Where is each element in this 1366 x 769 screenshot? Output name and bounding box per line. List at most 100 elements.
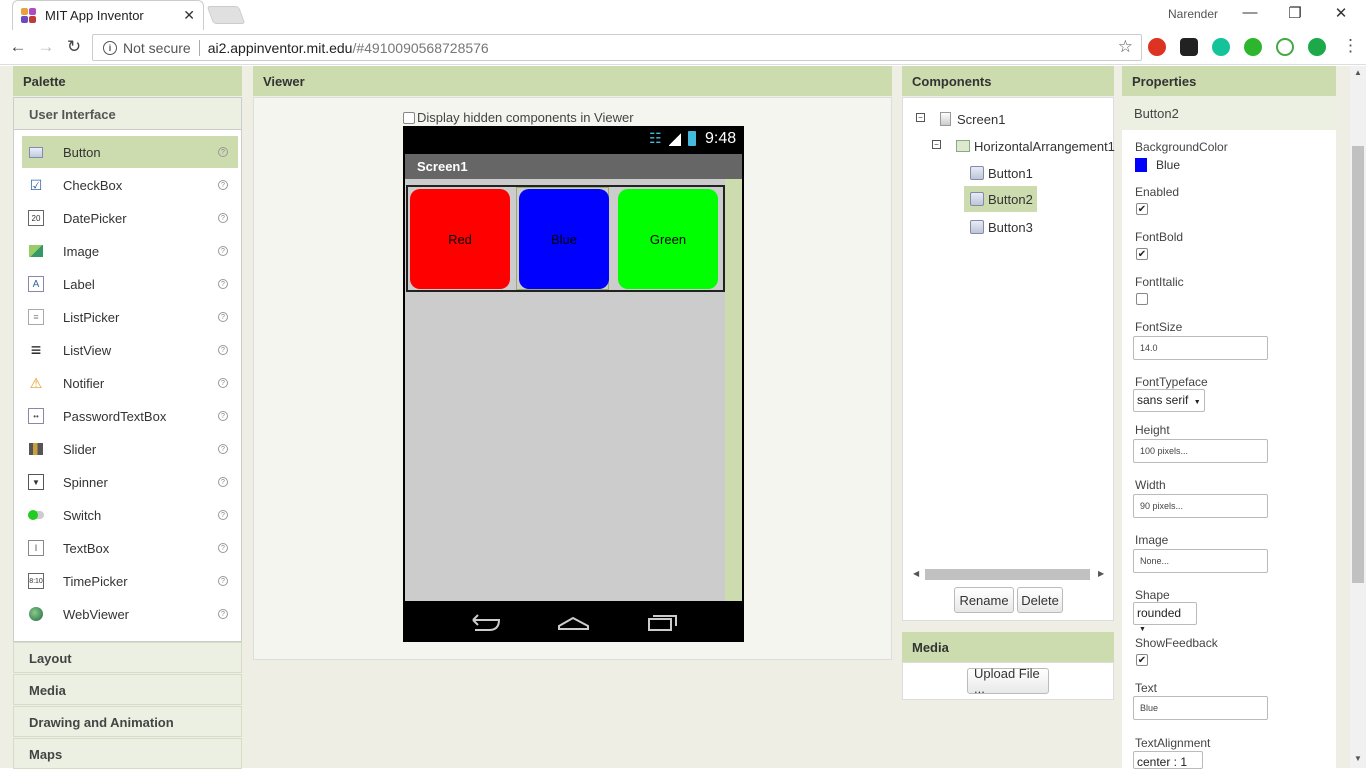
tree-item-button1[interactable]: Button1 [968,160,1035,186]
browser-menu-icon[interactable]: ⋮ [1342,36,1359,56]
palette-item-label: Label [63,276,95,292]
collapse-screen1-icon[interactable]: − [916,113,925,122]
help-icon[interactable]: ? [218,411,228,421]
backgroundcolor-picker[interactable]: Blue [1135,158,1180,172]
opera-extension-icon[interactable] [1148,38,1166,56]
scroll-thumb[interactable] [925,569,1090,580]
palette-item-listpicker[interactable]: ≡ ListPicker ? [22,301,238,333]
screen-canvas[interactable]: Red Blue Green [405,179,725,601]
help-icon[interactable]: ? [218,477,228,487]
tree-item-button2[interactable]: Button2 [964,186,1037,212]
new-tab-button[interactable] [206,6,246,24]
palette-section-maps[interactable]: Maps [13,738,242,769]
upload-file-button[interactable]: Upload File ... [967,666,1049,696]
separator [198,39,200,56]
palette-section-layout[interactable]: Layout [13,642,242,673]
tab-close-icon[interactable]: ✕ [183,7,195,24]
height-input[interactable]: 100 pixels... [1133,439,1268,463]
scroll-down-icon[interactable]: ▼ [1354,754,1362,763]
tree-item-screen1[interactable]: Screen1 [938,106,1007,132]
scroll-left-icon[interactable]: ◀ [913,569,919,578]
fontsize-input[interactable]: 14.0 [1133,336,1268,360]
minimize-icon[interactable]: — [1240,4,1260,21]
shape-select[interactable]: rounded ▼ [1133,602,1197,633]
textalignment-select[interactable]: center : 1 ▼ [1133,751,1203,769]
help-icon[interactable]: ? [218,246,228,256]
palette-item-slider[interactable]: Slider ? [22,433,238,465]
scroll-right-icon[interactable]: ▶ [1098,569,1104,578]
evernote-extension-icon[interactable] [1308,38,1326,56]
help-icon[interactable]: ? [218,609,228,619]
help-icon[interactable]: ? [218,279,228,289]
tree-item-button3[interactable]: Button3 [968,214,1035,240]
palette-item-passwordtextbox[interactable]: •• PasswordTextBox ? [22,400,238,432]
incognito-extension-icon[interactable] [1180,38,1198,56]
profile-name[interactable]: Narender [1168,7,1218,21]
forward-icon[interactable]: → [36,37,56,57]
palette-item-timepicker[interactable]: 8:10 TimePicker ? [22,565,238,597]
palette-item-listview[interactable]: ≡ ListView ? [22,334,238,366]
info-icon[interactable]: i [103,40,117,55]
bookmark-star-icon[interactable]: ☆ [1118,37,1133,57]
palette-section-drawing-animation[interactable]: Drawing and Animation [13,706,242,737]
checklist-extension-icon[interactable] [1276,38,1294,56]
preview-button-green[interactable]: Green [618,189,718,289]
scroll-up-icon[interactable]: ▲ [1354,68,1362,77]
palette-item-button[interactable]: Button ? [22,136,238,168]
image-input[interactable]: None... [1133,549,1268,573]
palette-item-checkbox[interactable]: ☑ CheckBox ? [22,169,238,201]
help-icon[interactable]: ? [218,576,228,586]
grammarly-extension-icon[interactable] [1212,38,1230,56]
palette-category-user-interface[interactable]: User Interface [14,98,241,130]
page-scroll-thumb[interactable] [1352,146,1364,583]
rename-button[interactable]: Rename [954,587,1014,613]
horizontal-arrangement-preview[interactable]: Red Blue Green [406,185,725,292]
display-hidden-toggle[interactable]: Display hidden components in Viewer [403,110,634,125]
palette-item-textbox[interactable]: I TextBox ? [22,532,238,564]
prop-label-height: Height [1135,423,1170,437]
help-icon[interactable]: ? [218,444,228,454]
help-icon[interactable]: ? [218,180,228,190]
browser-tab[interactable]: MIT App Inventor ✕ [12,0,204,30]
preview-button-red[interactable]: Red [410,189,510,289]
showfeedback-checkbox[interactable]: ✔ [1136,654,1148,666]
delete-button[interactable]: Delete [1017,587,1063,613]
back-icon[interactable]: ← [8,37,28,57]
display-hidden-checkbox[interactable] [403,111,415,124]
button-icon [970,192,984,206]
fontbold-checkbox[interactable]: ✔ [1136,248,1148,260]
width-input[interactable]: 90 pixels... [1133,494,1268,518]
button-icon [970,220,984,234]
close-window-icon[interactable]: ✕ [1331,4,1351,22]
palette-item-label[interactable]: A Label ? [22,268,238,300]
collapse-arrangement-icon[interactable]: − [932,140,941,149]
help-icon[interactable]: ? [218,510,228,520]
restore-icon[interactable]: ❐ [1285,4,1305,22]
prop-label-backgroundcolor: BackgroundColor [1135,140,1228,154]
palette-section-media[interactable]: Media [13,674,242,705]
help-icon[interactable]: ? [218,213,228,223]
palette-item-image[interactable]: Image ? [22,235,238,267]
fontitalic-checkbox[interactable] [1136,293,1148,305]
help-icon[interactable]: ? [218,543,228,553]
palette-item-notifier[interactable]: ⚠ Notifier ? [22,367,238,399]
check-extension-icon[interactable] [1244,38,1262,56]
palette-item-webviewer[interactable]: WebViewer ? [22,598,238,630]
palette-item-switch[interactable]: Switch ? [22,499,238,531]
palette-item-datepicker[interactable]: 20 DatePicker ? [22,202,238,234]
components-horizontal-scrollbar[interactable]: ◀ ▶ [913,568,1105,580]
tree-item-label: HorizontalArrangement1 [974,138,1115,154]
help-icon[interactable]: ? [218,312,228,322]
enabled-checkbox[interactable]: ✔ [1136,203,1148,215]
checkbox-icon: ☑ [29,176,43,193]
help-icon[interactable]: ? [218,345,228,355]
text-input[interactable]: Blue [1133,696,1268,720]
tree-item-horizontalarrangement1[interactable]: HorizontalArrangement1 [954,133,1117,159]
help-icon[interactable]: ? [218,378,228,388]
preview-button-blue[interactable]: Blue [519,189,609,289]
help-icon[interactable]: ? [218,147,228,157]
reload-icon[interactable]: ↻ [64,37,84,57]
address-bar[interactable]: i Not secure ai2.appinventor.mit.edu /#4… [92,34,1142,61]
palette-item-spinner[interactable]: ▼ Spinner ? [22,466,238,498]
fonttypeface-select[interactable]: sans serif ▼ [1133,389,1205,412]
